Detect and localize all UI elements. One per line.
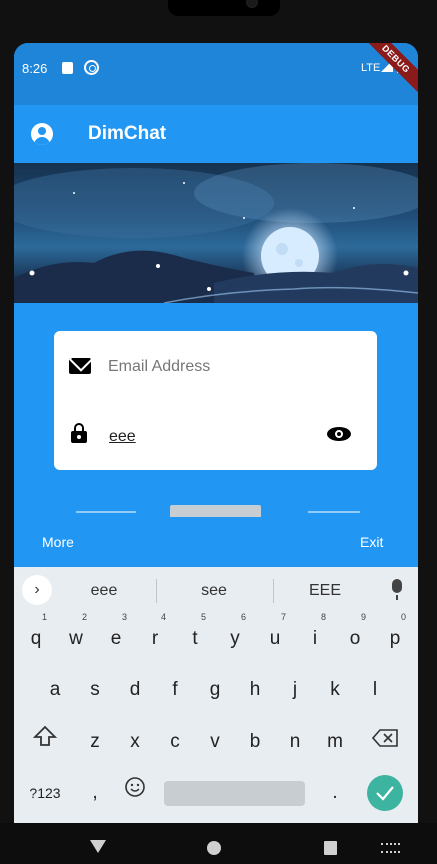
app-title: DimChat — [88, 123, 167, 144]
network-type: LTE — [361, 62, 381, 74]
key-l[interactable]: l — [358, 670, 392, 710]
key-j[interactable]: j — [278, 670, 312, 710]
shift-icon — [32, 725, 58, 746]
emoji-key[interactable] — [118, 773, 152, 813]
suggestion-divider — [273, 579, 274, 603]
key-v[interactable]: v — [198, 722, 232, 762]
key-o[interactable]: o9 — [338, 613, 372, 659]
key-t[interactable]: t5 — [178, 613, 212, 659]
microphone-icon[interactable] — [392, 579, 402, 600]
key-p[interactable]: p0 — [378, 613, 412, 659]
system-navigation-bar — [0, 823, 437, 864]
suggestion-strip: › eee see EEE — [14, 567, 418, 613]
key-b[interactable]: b — [238, 722, 272, 762]
home-icon[interactable] — [207, 841, 221, 855]
key-h[interactable]: h — [238, 670, 272, 710]
key-g[interactable]: g — [198, 670, 232, 710]
eye-icon[interactable] — [327, 427, 351, 441]
soft-keyboard: › eee see EEE q1 w2 e3 r4 t5 y6 u7 i8 o9… — [14, 567, 418, 823]
key-i[interactable]: i8 — [298, 613, 332, 659]
checkmark-icon — [376, 786, 394, 801]
chevron-right-icon[interactable]: › — [22, 575, 52, 605]
suggestion-3[interactable]: EEE — [275, 582, 375, 600]
key-w[interactable]: w2 — [59, 613, 93, 659]
keyboard-switch-icon[interactable] — [381, 843, 400, 853]
suggestion-1[interactable]: eee — [54, 582, 154, 600]
key-z[interactable]: z — [78, 722, 112, 762]
key-n[interactable]: n — [278, 722, 312, 762]
key-k[interactable]: k — [318, 670, 352, 710]
suggestion-divider — [156, 579, 157, 603]
obscured-link-right — [308, 511, 360, 513]
key-r[interactable]: r4 — [138, 613, 172, 659]
night-sky-banner-image — [14, 163, 418, 303]
sync-icon — [84, 60, 99, 75]
mail-icon — [69, 358, 91, 374]
symbols-key[interactable]: ?123 — [28, 773, 62, 813]
email-address-input[interactable] — [108, 355, 358, 379]
backspace-icon — [371, 729, 398, 747]
key-e[interactable]: e3 — [99, 613, 133, 659]
sd-card-icon — [62, 62, 73, 74]
key-a[interactable]: a — [38, 670, 72, 710]
key-m[interactable]: m — [318, 722, 352, 762]
obscured-button-row — [14, 505, 418, 517]
more-button[interactable]: More — [42, 534, 74, 550]
camera-icon — [246, 0, 258, 8]
banner-illustration — [14, 163, 418, 303]
key-y[interactable]: y6 — [218, 613, 252, 659]
key-c[interactable]: c — [158, 722, 192, 762]
password-input[interactable]: eee — [109, 428, 136, 446]
recents-icon[interactable] — [324, 841, 337, 855]
back-icon[interactable] — [90, 840, 106, 853]
phone-frame: 8:26 LTE DEBUG DimChat Email Address eee… — [0, 0, 437, 864]
backspace-key[interactable] — [368, 722, 402, 762]
key-u[interactable]: u7 — [258, 613, 292, 659]
app-bar: DimChat — [14, 105, 418, 163]
lock-icon — [71, 423, 87, 443]
key-d[interactable]: d — [118, 670, 152, 710]
key-q[interactable]: q1 — [19, 613, 53, 659]
key-s[interactable]: s — [78, 670, 112, 710]
login-card: eee — [54, 331, 377, 470]
key-x[interactable]: x — [118, 722, 152, 762]
key-f[interactable]: f — [158, 670, 192, 710]
emoji-icon — [125, 777, 145, 797]
comma-key[interactable]: , — [78, 773, 112, 813]
camera-notch — [168, 0, 280, 16]
shift-key[interactable] — [28, 722, 62, 762]
enter-key[interactable] — [367, 775, 403, 811]
suggestion-2[interactable]: see — [164, 582, 264, 600]
account-circle-icon[interactable] — [31, 123, 53, 145]
obscured-link-left — [76, 511, 136, 513]
status-bar: 8:26 LTE DEBUG — [14, 43, 418, 105]
period-key[interactable]: . — [318, 773, 352, 813]
space-key[interactable] — [164, 781, 305, 806]
status-time: 8:26 — [22, 61, 48, 76]
app-screen: 8:26 LTE DEBUG DimChat Email Address eee… — [14, 43, 418, 823]
exit-button[interactable]: Exit — [360, 534, 383, 550]
obscured-button[interactable] — [170, 505, 261, 517]
action-bar: More Exit — [14, 517, 418, 567]
